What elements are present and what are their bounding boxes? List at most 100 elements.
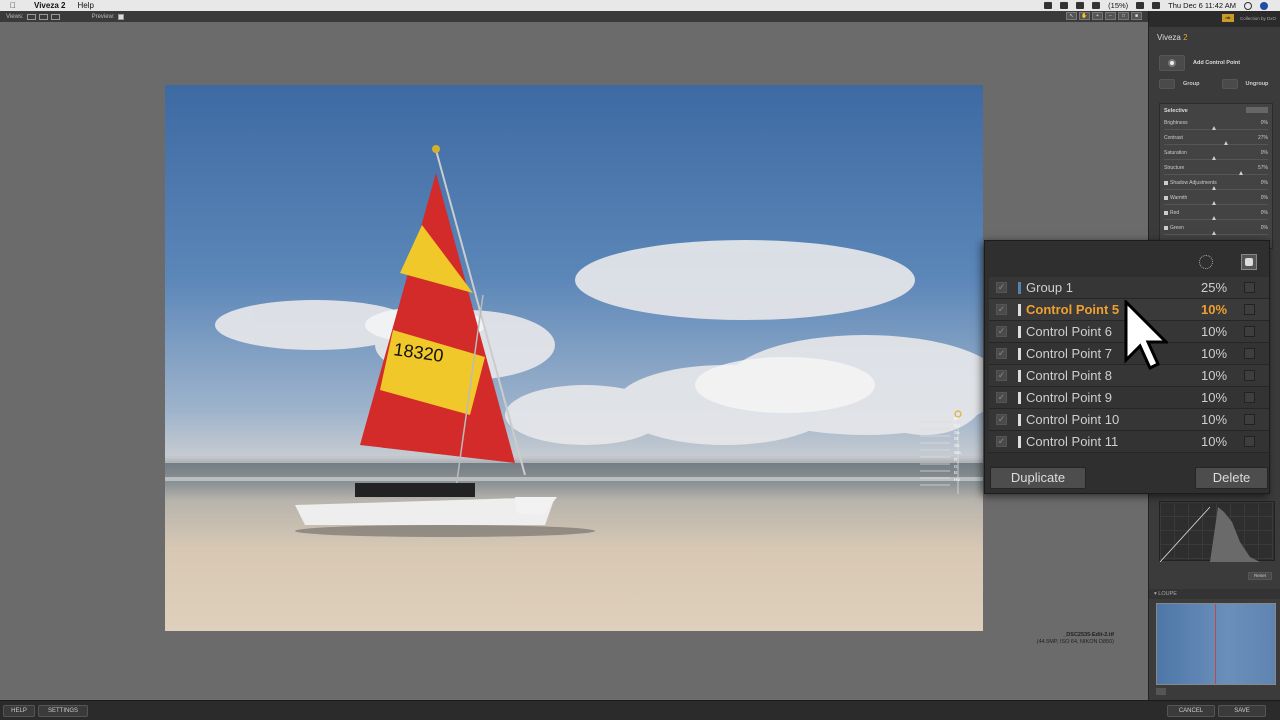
- loupe-pin-icon[interactable]: [1156, 688, 1166, 695]
- mask-toggle[interactable]: [1244, 282, 1255, 293]
- slider-red[interactable]: Red 0%: [1160, 208, 1272, 223]
- slider-track[interactable]: [1164, 204, 1268, 205]
- show-mask-icon[interactable]: [1241, 254, 1257, 270]
- slider-track[interactable]: [1164, 219, 1268, 220]
- control-point-opacity[interactable]: 25%: [1201, 280, 1227, 295]
- control-point-name[interactable]: Control Point 11: [1026, 434, 1118, 449]
- settings-button[interactable]: SETTINGS: [38, 705, 88, 717]
- enable-checkbox[interactable]: ✓: [996, 414, 1007, 425]
- mask-toggle[interactable]: [1244, 436, 1255, 447]
- slider-handle[interactable]: [1212, 231, 1216, 235]
- enable-checkbox[interactable]: ✓: [996, 282, 1007, 293]
- control-point-sliders-icon[interactable]: [910, 410, 970, 496]
- slider-green[interactable]: Green 0%: [1160, 223, 1272, 238]
- photo-preview[interactable]: 18320: [165, 85, 983, 631]
- side-by-side-view-icon[interactable]: [50, 13, 60, 20]
- split-view-icon[interactable]: [38, 13, 48, 20]
- delete-button[interactable]: Delete: [1195, 467, 1268, 489]
- slider-brightness[interactable]: Brightness 0%: [1160, 118, 1272, 133]
- checkbox-icon[interactable]: [1164, 210, 1168, 215]
- zoom-out-icon[interactable]: −: [1105, 12, 1116, 20]
- help-button[interactable]: HELP: [3, 705, 35, 717]
- slider-track[interactable]: [1164, 234, 1268, 235]
- control-point-opacity[interactable]: 10%: [1201, 324, 1227, 339]
- mask-toggle[interactable]: [1244, 414, 1255, 425]
- clock[interactable]: Thu Dec 6 11:42 AM: [1168, 1, 1236, 10]
- control-point-name[interactable]: Control Point 6: [1026, 324, 1112, 339]
- reset-button[interactable]: Reset: [1248, 572, 1272, 580]
- checkbox-icon[interactable]: [1164, 180, 1168, 185]
- enable-checkbox[interactable]: ✓: [996, 304, 1007, 315]
- help-menu[interactable]: Help: [77, 1, 93, 10]
- single-view-icon[interactable]: [26, 13, 36, 20]
- mask-toggle[interactable]: [1244, 392, 1255, 403]
- checkbox-icon[interactable]: [1164, 225, 1168, 230]
- enable-checkbox[interactable]: ✓: [996, 436, 1007, 447]
- hand-tool-icon[interactable]: ✋: [1079, 12, 1090, 20]
- mask-toggle[interactable]: [1244, 370, 1255, 381]
- mask-toggle[interactable]: [1244, 304, 1255, 315]
- control-point-name[interactable]: Control Point 8: [1026, 368, 1112, 383]
- slider-track[interactable]: [1164, 129, 1268, 130]
- slider-structure[interactable]: Structure 57%: [1160, 163, 1272, 178]
- slider-handle[interactable]: [1212, 156, 1216, 160]
- selection-ring-icon[interactable]: [1199, 255, 1213, 269]
- slider-handle[interactable]: [1224, 141, 1229, 145]
- control-point-opacity[interactable]: 10%: [1201, 390, 1227, 405]
- control-point-row[interactable]: ✓ Control Point 10 10%: [989, 409, 1269, 431]
- battery-icon[interactable]: [1092, 2, 1101, 9]
- ungroup-button[interactable]: [1221, 79, 1238, 89]
- user-avatar-icon[interactable]: [1260, 1, 1268, 10]
- control-point-name[interactable]: Group 1: [1026, 280, 1073, 295]
- duplicate-button[interactable]: Duplicate: [990, 467, 1086, 489]
- control-point-opacity[interactable]: 10%: [1201, 346, 1227, 361]
- spotlight-search-icon[interactable]: [1244, 1, 1252, 10]
- group-button[interactable]: [1159, 79, 1175, 89]
- apple-icon[interactable]: : [10, 1, 18, 10]
- control-point-name[interactable]: Control Point 10: [1026, 412, 1119, 427]
- slider-handle[interactable]: [1212, 201, 1216, 205]
- save-button[interactable]: SAVE: [1218, 705, 1266, 717]
- control-point-opacity[interactable]: 10%: [1201, 302, 1227, 317]
- enable-checkbox[interactable]: ✓: [996, 326, 1007, 337]
- mask-toggle[interactable]: [1244, 348, 1255, 359]
- slider-handle[interactable]: [1238, 171, 1243, 175]
- loupe-view[interactable]: [1156, 603, 1276, 685]
- mask-toggle[interactable]: [1244, 326, 1255, 337]
- sound-icon[interactable]: [1152, 2, 1161, 9]
- group-row[interactable]: ✓ Group 1 25%: [989, 277, 1269, 299]
- pointer-tool-icon[interactable]: ↖: [1066, 12, 1077, 20]
- control-point-opacity[interactable]: 10%: [1201, 368, 1227, 383]
- slider-track[interactable]: [1164, 159, 1268, 160]
- status-icon[interactable]: [1044, 2, 1053, 9]
- control-point-opacity[interactable]: 10%: [1201, 412, 1227, 427]
- zoom-100-icon[interactable]: ■: [1131, 12, 1142, 20]
- checkbox-icon[interactable]: [1164, 195, 1168, 200]
- slider-shadow-adjustments[interactable]: Shadow Adjustments 0%: [1160, 178, 1272, 193]
- wifi-icon[interactable]: [1136, 2, 1145, 9]
- app-menu[interactable]: Viveza 2: [34, 1, 65, 10]
- control-point-opacity[interactable]: 10%: [1201, 434, 1227, 449]
- slider-track[interactable]: [1164, 189, 1268, 190]
- slider-contrast[interactable]: Contrast 27%: [1160, 133, 1272, 148]
- control-point-name[interactable]: Control Point 5: [1026, 302, 1119, 317]
- enable-checkbox[interactable]: ✓: [996, 348, 1007, 359]
- slider-track[interactable]: [1164, 174, 1268, 175]
- slider-handle[interactable]: [1212, 186, 1216, 190]
- loupe-header[interactable]: ▾ LOUPE: [1149, 589, 1280, 599]
- zoom-in-icon[interactable]: +: [1092, 12, 1103, 20]
- control-point-name[interactable]: Control Point 9: [1026, 390, 1112, 405]
- cancel-button[interactable]: CANCEL: [1167, 705, 1215, 717]
- status-icon[interactable]: [1060, 2, 1069, 9]
- slider-track[interactable]: [1164, 144, 1268, 145]
- enable-checkbox[interactable]: ✓: [996, 392, 1007, 403]
- preview-checkbox[interactable]: [117, 13, 124, 20]
- control-point-widget[interactable]: Br Co Sa St Sh Wa R G B Hu: [910, 410, 970, 496]
- slider-handle[interactable]: [1212, 126, 1216, 130]
- status-icon[interactable]: [1076, 2, 1085, 9]
- add-control-point-button[interactable]: [1159, 55, 1185, 71]
- slider-handle[interactable]: [1212, 216, 1216, 220]
- control-point-row[interactable]: ✓ Control Point 9 10%: [989, 387, 1269, 409]
- control-point-row[interactable]: ✓ Control Point 11 10%: [989, 431, 1269, 453]
- control-point-name[interactable]: Control Point 7: [1026, 346, 1112, 361]
